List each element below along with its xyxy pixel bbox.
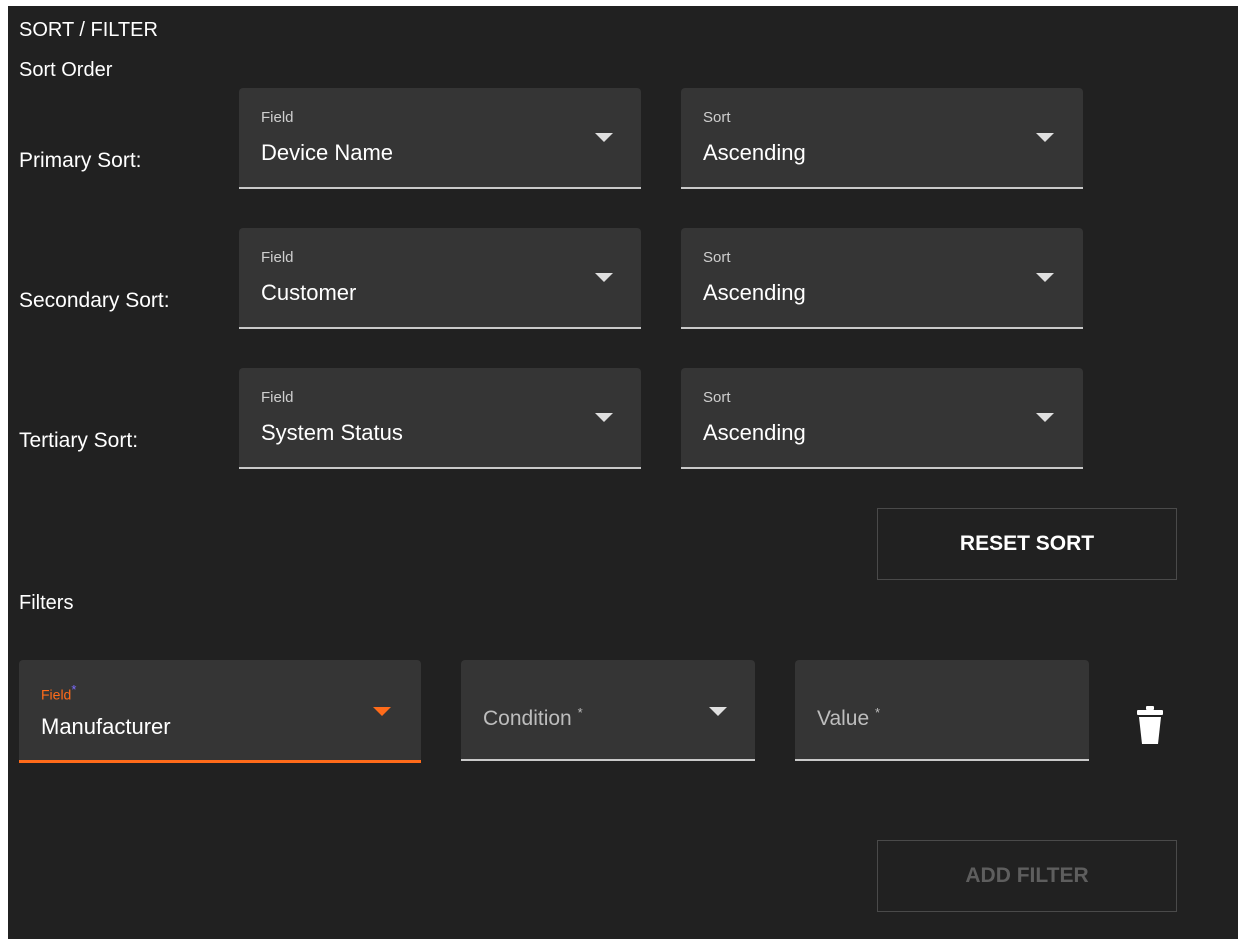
primary-sort-direction-label: Sort: [703, 109, 731, 126]
secondary-sort-field-select[interactable]: Field Customer: [239, 228, 641, 329]
chevron-down-icon: [1036, 273, 1054, 282]
secondary-sort-field-value: Customer: [261, 280, 357, 305]
primary-sort-field-value: Device Name: [261, 140, 394, 165]
panel-title: SORT / FILTER: [19, 19, 158, 41]
primary-sort-direction-select[interactable]: Sort Ascending: [681, 88, 1083, 189]
tertiary-sort-label: Tertiary Sort:: [19, 429, 139, 452]
filter-condition-placeholder: Condition *: [483, 705, 583, 730]
chevron-down-icon: [595, 133, 613, 142]
chevron-down-icon: [1036, 133, 1054, 142]
trash-icon-graphic: [1137, 706, 1163, 744]
filter-condition-select[interactable]: Condition *: [461, 660, 755, 761]
chevron-down-icon: [709, 707, 727, 716]
filter-value-placeholder: Value *: [817, 705, 881, 730]
secondary-sort-field-label: Field: [261, 249, 294, 266]
tertiary-sort-direction-label: Sort: [703, 389, 731, 406]
tertiary-sort-direction-value: Ascending: [703, 420, 806, 445]
chevron-down-icon: [595, 273, 613, 282]
sort-order-heading: Sort Order: [19, 59, 113, 81]
filter-field-select[interactable]: Field* Manufacturer: [19, 660, 421, 763]
secondary-sort-direction-label: Sort: [703, 249, 731, 266]
tertiary-sort-field-value: System Status: [261, 420, 403, 445]
filters-heading: Filters: [19, 592, 74, 614]
secondary-sort-direction-select[interactable]: Sort Ascending: [681, 228, 1083, 329]
secondary-sort-label: Secondary Sort:: [19, 289, 170, 312]
primary-sort-field-label: Field: [261, 109, 294, 126]
primary-sort-label: Primary Sort:: [19, 149, 142, 172]
trash-icon[interactable]: [1136, 705, 1164, 745]
add-filter-button[interactable]: ADD FILTER: [877, 840, 1177, 912]
filter-value-input[interactable]: Value *: [795, 660, 1089, 761]
sort-filter-panel: SORT / FILTER Sort Order Primary Sort: F…: [8, 6, 1238, 939]
tertiary-sort-field-select[interactable]: Field System Status: [239, 368, 641, 469]
primary-sort-direction-value: Ascending: [703, 140, 806, 165]
filter-field-value: Manufacturer: [41, 714, 171, 739]
primary-sort-field-select[interactable]: Field Device Name: [239, 88, 641, 189]
chevron-down-icon: [1036, 413, 1054, 422]
reset-sort-button[interactable]: RESET SORT: [877, 508, 1177, 580]
tertiary-sort-field-label: Field: [261, 389, 294, 406]
tertiary-sort-direction-select[interactable]: Sort Ascending: [681, 368, 1083, 469]
chevron-down-icon: [595, 413, 613, 422]
filter-field-label: Field*: [41, 682, 77, 703]
secondary-sort-direction-value: Ascending: [703, 280, 806, 305]
chevron-down-icon: [373, 707, 391, 716]
